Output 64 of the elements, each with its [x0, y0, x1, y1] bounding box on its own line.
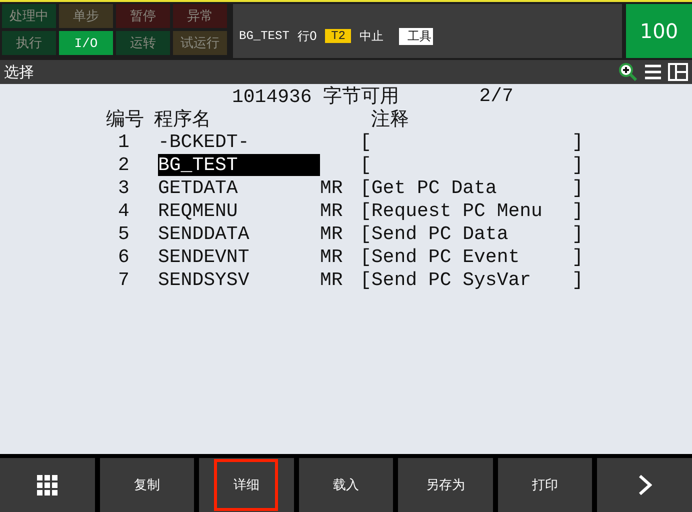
status-lamp: 暂停: [116, 4, 170, 28]
comment-bracket: ]: [572, 268, 584, 290]
softkey[interactable]: 复制: [100, 458, 194, 512]
status-lamp: I/O: [59, 31, 113, 55]
line-number: 行0: [297, 28, 318, 44]
column-header: 程序名: [154, 108, 211, 132]
status-lamp: 单步: [59, 4, 113, 28]
menu-key[interactable]: [0, 458, 95, 512]
mode-badge: T2: [325, 29, 352, 43]
program-name[interactable]: -BCKEDT-: [158, 130, 250, 152]
program-comment: [Get PC Data: [360, 176, 498, 198]
program-type: MR: [320, 176, 343, 198]
program-name[interactable]: GETDATA: [158, 176, 238, 198]
program-name[interactable]: SENDSYSV: [158, 268, 250, 290]
status-lamp: 试运行: [173, 31, 227, 55]
program-type: MR: [320, 222, 343, 244]
program-type: MR: [320, 200, 343, 222]
comment-bracket: ]: [572, 154, 584, 176]
free-memory: 1014936 字节可用: [232, 84, 400, 108]
row-number: 4: [117, 200, 130, 222]
comment-bracket: ]: [572, 222, 584, 244]
zoom-icon[interactable]: [618, 62, 638, 82]
program-name[interactable]: BG_TEST: [158, 154, 320, 176]
row-number: 2: [117, 154, 130, 176]
softkey[interactable]: 详细: [199, 458, 294, 512]
row-number: 6: [117, 246, 130, 268]
softkey[interactable]: 载入: [298, 458, 394, 512]
menu-icon[interactable]: [644, 64, 662, 80]
softkey[interactable]: 打印: [498, 458, 592, 512]
program-comment: [Send PC Data: [360, 222, 510, 244]
program-type: MR: [320, 268, 343, 290]
status-lamp: 异常: [173, 4, 227, 28]
column-header: 编号: [106, 108, 144, 132]
comment-bracket: ]: [572, 200, 584, 222]
chevron-right-icon: [638, 474, 652, 496]
status-lamp: 处理中: [2, 4, 56, 28]
program-comment: [Send PC SysVar: [360, 268, 532, 290]
comment-bracket: ]: [572, 130, 584, 152]
tool-frame: 工具: [399, 28, 434, 44]
program-name[interactable]: SENDEVNT: [158, 246, 250, 268]
comment-bracket: ]: [572, 176, 584, 198]
softkey[interactable]: 另存为: [398, 458, 493, 512]
program-comment: [Request PC Menu: [360, 200, 544, 222]
override-value[interactable]: 100: [626, 4, 692, 58]
program-comment: [Send PC Event: [360, 246, 521, 268]
program-name[interactable]: SENDDATA: [158, 222, 250, 244]
comment-bracket: ]: [572, 246, 584, 268]
program-name: BG_TEST: [239, 29, 290, 43]
program-type: MR: [320, 246, 343, 268]
program-name[interactable]: REQMENU: [158, 200, 238, 222]
grid-icon: [36, 474, 58, 496]
status-lamp: 运转: [116, 31, 170, 55]
status-lamp: 执行: [2, 31, 56, 55]
column-header: 注释: [371, 108, 409, 132]
run-state: 中止: [359, 28, 384, 44]
row-number: 5: [117, 222, 130, 244]
program-comment: [: [360, 154, 372, 176]
program-comment: [: [360, 130, 372, 152]
row-number: 3: [117, 176, 130, 198]
screen-title: 选择: [4, 62, 35, 82]
page-indicator: 2/7: [479, 84, 514, 106]
layout-icon[interactable]: [668, 63, 688, 81]
row-number: 1: [117, 130, 130, 152]
row-number: 7: [117, 268, 130, 290]
